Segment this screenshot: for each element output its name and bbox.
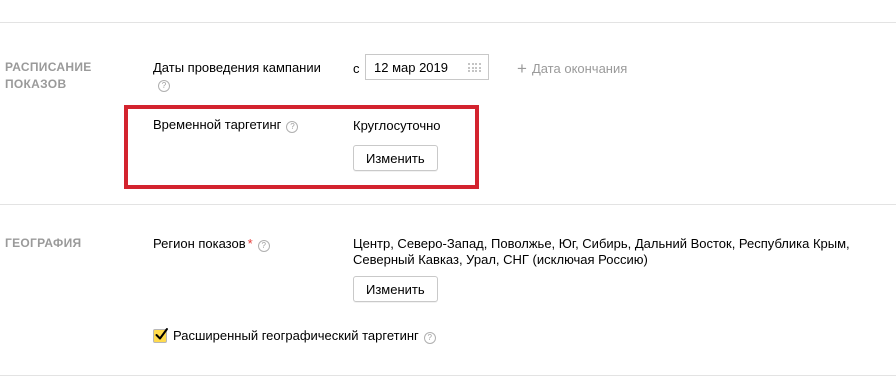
region-value-line2: Северный Кавказ, Урал, СНГ (исключая Рос… [353, 252, 648, 267]
region-label: Регион показов *? [153, 236, 270, 252]
campaign-dates-label: Даты проведения кампании? [153, 60, 333, 92]
required-mark: * [247, 236, 253, 251]
checkmark-icon [155, 328, 168, 340]
extended-geo-checkbox[interactable] [153, 328, 168, 343]
highlight-frame [124, 105, 479, 189]
section-divider [0, 204, 896, 205]
start-date-input[interactable]: 12 мар 2019 [365, 54, 489, 80]
date-from-prefix: с [353, 61, 360, 76]
plus-icon: + [517, 59, 527, 78]
help-icon[interactable]: ? [257, 240, 270, 252]
region-value-line1: Центр, Северо-Запад, Поволжье, Юг, Сибир… [353, 236, 850, 251]
region-change-button[interactable]: Изменить [353, 276, 438, 302]
extended-geo-label[interactable]: Расширенный географический таргетинг? [173, 328, 436, 344]
region-label-text: Регион показов [153, 236, 246, 251]
bottom-divider [0, 375, 896, 376]
help-icon[interactable]: ? [423, 332, 436, 344]
help-icon[interactable]: ? [158, 80, 170, 92]
campaign-dates-label-text: Даты проведения кампании [153, 60, 321, 75]
add-end-date-label: Дата окончания [531, 61, 628, 76]
section-title-schedule: Расписание показов [5, 60, 92, 91]
section-title-geography: География [5, 236, 82, 250]
calendar-icon[interactable] [468, 63, 482, 72]
extended-geo-label-text: Расширенный географический таргетинг [173, 328, 419, 343]
add-end-date-link[interactable]: + Дата окончания [517, 60, 627, 77]
top-divider [0, 22, 896, 23]
start-date-value: 12 мар 2019 [374, 60, 449, 75]
region-value: Центр, Северо-Запад, Поволжье, Юг, Сибир… [353, 236, 893, 268]
